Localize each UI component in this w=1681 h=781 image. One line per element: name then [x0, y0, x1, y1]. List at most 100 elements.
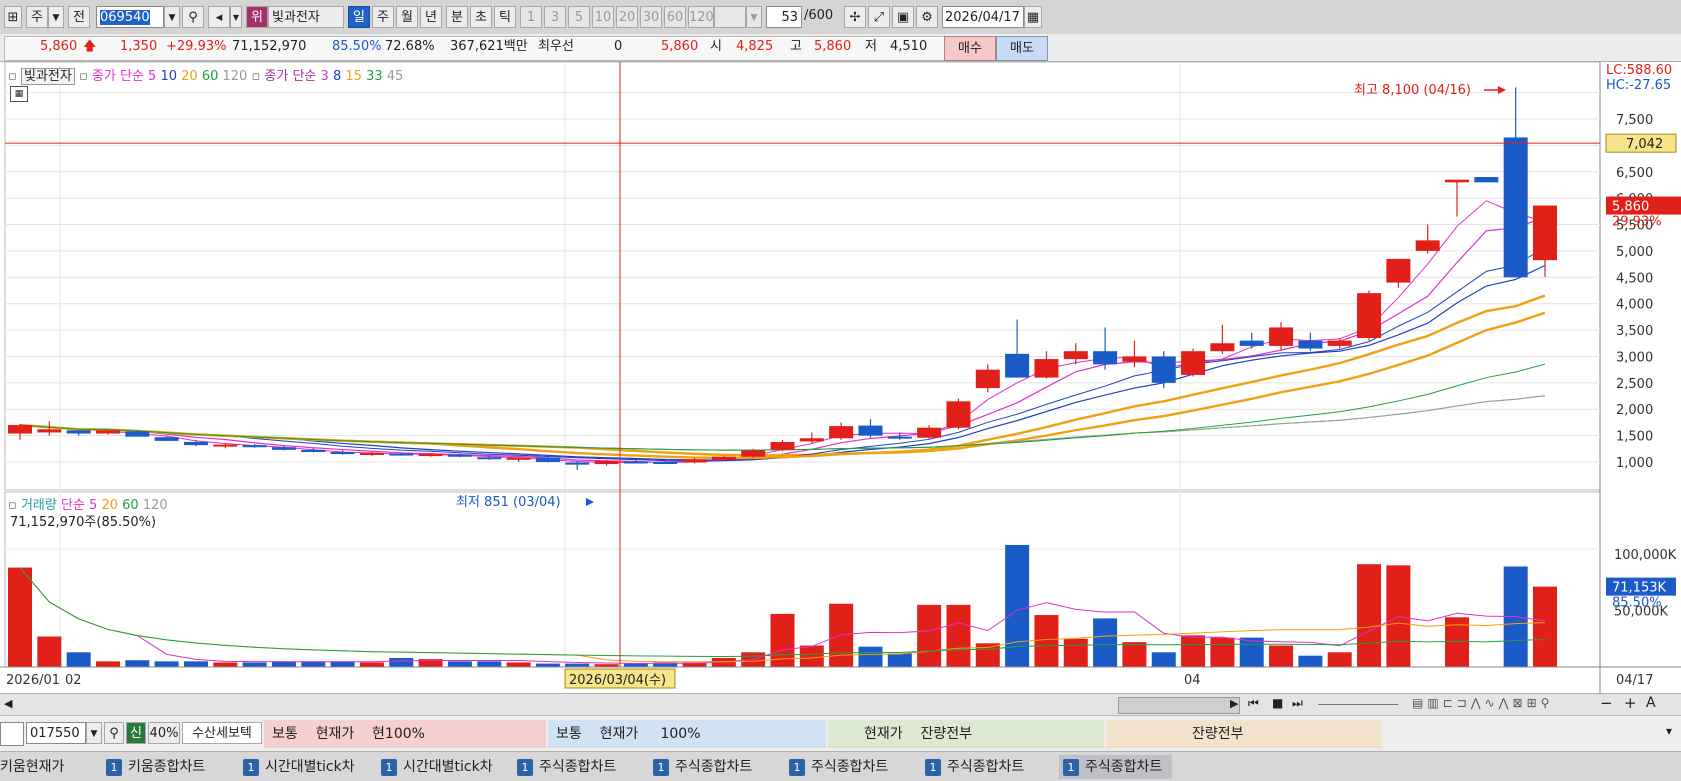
volume-bar [95, 661, 120, 667]
type-dropdown-icon[interactable]: ▼ [48, 6, 64, 28]
minute-30[interactable]: 30 [640, 6, 662, 28]
tab-stock-chart-3[interactable]: 1 주식종합차트 [789, 755, 888, 779]
candle-body [1093, 351, 1118, 365]
zoom-out-icon[interactable]: − [1600, 694, 1613, 712]
zoom-slider[interactable] [1318, 704, 1398, 705]
scroll-right-icon[interactable]: ▶ [1230, 697, 1238, 710]
speaker-icon[interactable]: ◂ [208, 6, 230, 28]
zoom-in-icon[interactable]: + [1624, 694, 1637, 712]
order-panel-1[interactable]: 보통 현재가 현100% [264, 720, 546, 748]
tab-stock-chart-4[interactable]: 1 주식종합차트 [925, 755, 1024, 779]
turnover-ratio: 72.68% [385, 39, 435, 54]
legend-stock-name: 빛과전자 [20, 68, 75, 85]
legend-ma2-8: 8 [332, 69, 342, 84]
period-tick[interactable]: 틱 [494, 6, 516, 28]
tab-number: 1 [1063, 759, 1079, 776]
high-price: 5,860 [814, 39, 852, 54]
calendar-icon[interactable]: ▦ [1024, 6, 1042, 28]
trend-tool-icon[interactable]: ⤢ [868, 6, 890, 28]
speaker-dropdown-icon[interactable]: ▼ [230, 6, 242, 28]
table-icon[interactable]: ▦ [10, 86, 28, 102]
tab-stock-chart-1[interactable]: 1 주식종합차트 [517, 755, 616, 779]
x-label: 04 [1184, 673, 1201, 688]
open-label: 시 [710, 39, 722, 54]
buy-button[interactable]: 매수 [944, 36, 996, 61]
order-stock-name[interactable]: 수산세보텍 [182, 722, 262, 744]
volume-bar [1093, 618, 1118, 667]
custom-period-dropdown-icon[interactable]: ▼ [746, 6, 762, 28]
market-button[interactable]: 전 [68, 6, 90, 28]
tab-stock-chart-5[interactable]: 1 주식종합차트 [1059, 755, 1173, 779]
candle-body [8, 425, 32, 434]
candle-body [1474, 177, 1499, 183]
minute-1[interactable]: 1 [520, 6, 542, 28]
candle-body [1151, 356, 1176, 383]
order-checkbox[interactable] [0, 722, 24, 746]
volume-bar [1298, 655, 1323, 667]
period-day[interactable]: 일 [348, 6, 370, 28]
candle-body [829, 426, 854, 439]
tab-tick-chart-1[interactable]: 1 시간대별tick차 [243, 755, 355, 779]
period-year[interactable]: 년 [420, 6, 442, 28]
price-chart[interactable]: 7,5006,5006,0005,5005,0004,5004,0003,500… [0, 62, 1681, 693]
margin-percent[interactable]: 40% [148, 722, 180, 744]
tab-label: 키움현재가 [0, 759, 65, 775]
count-input[interactable]: 53 [766, 6, 802, 28]
period-week[interactable]: 주 [372, 6, 394, 28]
candle-body [242, 445, 267, 448]
volume-bar [975, 643, 1000, 667]
type-select[interactable]: 주 [26, 6, 48, 28]
sell-button[interactable]: 매도 [996, 36, 1048, 61]
scroll-thumb[interactable] [1118, 697, 1240, 714]
tab-stock-chart-2[interactable]: 1 주식종합차트 [653, 755, 752, 779]
code-dropdown-icon[interactable]: ▼ [164, 6, 180, 28]
candle-body [37, 429, 62, 433]
font-size-icon[interactable]: A [1646, 695, 1656, 711]
new-badge: 신 [126, 722, 146, 744]
search-icon[interactable]: ⚲ [182, 6, 204, 28]
minute-3[interactable]: 3 [544, 6, 566, 28]
volume: 71,152,970 [232, 39, 307, 54]
candle-body [1298, 340, 1323, 349]
order-code-dropdown-icon[interactable]: ▼ [86, 722, 102, 744]
order-panel-2[interactable]: 보통 현재가 100% [548, 720, 826, 748]
x-label: 2026/01 [6, 673, 60, 688]
crosshair-tool-icon[interactable]: ✢ [844, 6, 866, 28]
date-input[interactable]: 2026/04/17 [942, 6, 1024, 28]
minute-60[interactable]: 60 [664, 6, 686, 28]
period-minute[interactable]: 분 [446, 6, 468, 28]
tab-label: 주식종합차트 [947, 759, 1025, 775]
panel-toggle-icon[interactable]: ⊞ [4, 6, 22, 28]
candle-body [1210, 343, 1235, 352]
scroll-left-icon[interactable]: ◀ [4, 697, 12, 710]
legend-ma1-5: 5 [148, 69, 157, 84]
candle-body [858, 425, 883, 436]
order-search-icon[interactable]: ⚲ [104, 722, 124, 744]
candle-body [594, 460, 619, 465]
order-panel-3[interactable]: 현재가 잔량전부 [828, 720, 1104, 748]
chart-tool-icons[interactable]: ▤▥⊏⊐⋀∿⋀⊠⊞⚲ [1412, 696, 1553, 710]
stock-name[interactable]: 빛과전자 [268, 6, 344, 28]
minute-20[interactable]: 20 [616, 6, 638, 28]
stop-icon[interactable]: ■ [1272, 696, 1283, 710]
gear-icon[interactable]: ⚙ [916, 6, 938, 28]
minute-10[interactable]: 10 [592, 6, 614, 28]
order-code-input[interactable]: 017550 [26, 722, 86, 744]
minute-120[interactable]: 120 [688, 6, 714, 28]
pin-icon[interactable]: ▾ [1666, 724, 1672, 738]
rewind-icon[interactable]: ⏮ [1248, 696, 1259, 711]
stock-code-input[interactable]: 069540 [96, 6, 164, 28]
chart-area[interactable]: 7,5006,5006,0005,5005,0004,5004,0003,500… [0, 62, 1681, 693]
save-icon[interactable]: ▣ [892, 6, 914, 28]
tab-kiwoom-price[interactable]: 키움현재가 [0, 755, 64, 779]
period-month[interactable]: 월 [396, 6, 418, 28]
custom-period-input[interactable] [714, 6, 746, 28]
tab-kiwoom-chart[interactable]: 1 키움종합차트 [106, 755, 205, 779]
period-second[interactable]: 초 [470, 6, 492, 28]
fast-forward-icon[interactable]: ⏭ [1292, 696, 1303, 711]
minute-5[interactable]: 5 [568, 6, 590, 28]
legend-ma1-20: 20 [181, 69, 198, 84]
tab-tick-chart-2[interactable]: 1 시간대별tick차 [381, 755, 493, 779]
panel2-type: 보통 [556, 726, 582, 742]
order-panel-4[interactable]: 잔량전부 [1106, 720, 1382, 748]
